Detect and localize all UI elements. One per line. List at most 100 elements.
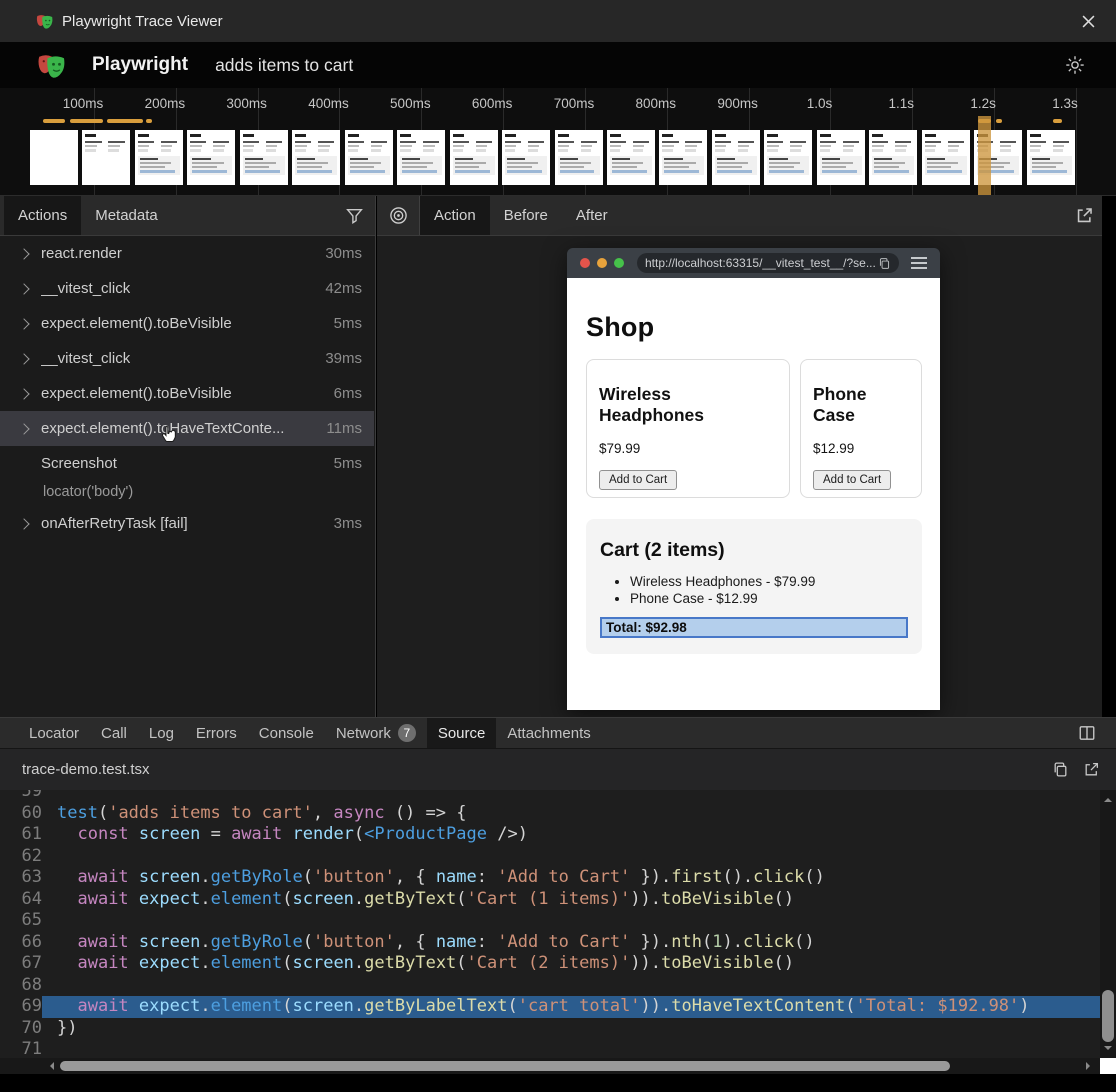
action-row-expect-element-tobevisible[interactable]: expect.element().toBeVisible5ms xyxy=(0,306,374,341)
tab-metadata[interactable]: Metadata xyxy=(81,196,172,235)
open-source-external-icon[interactable] xyxy=(1083,761,1100,778)
tab-actions[interactable]: Actions xyxy=(4,196,81,235)
code-line-65[interactable]: 65 xyxy=(0,910,1100,932)
expand-chevron-icon[interactable] xyxy=(18,318,29,329)
scroll-down-arrow[interactable] xyxy=(1104,1046,1112,1054)
filmstrip-thumbnail[interactable] xyxy=(397,130,445,185)
filmstrip-thumbnail[interactable] xyxy=(659,130,707,185)
split-view-icon[interactable] xyxy=(1078,718,1096,748)
expand-chevron-icon[interactable] xyxy=(18,518,29,529)
copy-url-icon[interactable] xyxy=(878,257,891,270)
vertical-scrollbar[interactable] xyxy=(1100,790,1116,1058)
horizontal-scroll-thumb[interactable] xyxy=(60,1061,950,1071)
timeline-action-bar xyxy=(43,119,65,123)
vertical-scroll-thumb[interactable] xyxy=(1102,990,1114,1042)
action-row-screenshot[interactable]: Screenshot5ms xyxy=(0,446,374,481)
browser-menu-icon[interactable] xyxy=(911,257,927,269)
timeline-tick-label: 500ms xyxy=(390,96,431,111)
tab-label: Call xyxy=(101,725,127,742)
action-row-react-render[interactable]: react.render30ms xyxy=(0,236,374,271)
filmstrip-thumbnail[interactable] xyxy=(607,130,655,185)
tab-label: Source xyxy=(438,725,486,742)
scroll-right-arrow[interactable] xyxy=(1086,1062,1094,1070)
shop-heading: Shop xyxy=(586,312,922,343)
code-line-67[interactable]: 67 await expect.element(screen.getByText… xyxy=(0,953,1100,975)
filmstrip-thumbnail[interactable] xyxy=(345,130,393,185)
tab-after[interactable]: After xyxy=(562,196,622,235)
line-number: 62 xyxy=(0,846,42,868)
filmstrip-thumbnail[interactable] xyxy=(292,130,340,185)
action-row-onafterretrytask-fail-[interactable]: onAfterRetryTask [fail]3ms xyxy=(0,506,374,541)
expand-chevron-icon[interactable] xyxy=(18,283,29,294)
action-row-expect-element-tohavetextconte-[interactable]: expect.element().toHaveTextConte...11ms xyxy=(0,411,374,446)
filmstrip-thumbnail[interactable] xyxy=(712,130,760,185)
filmstrip-thumbnail[interactable] xyxy=(240,130,288,185)
browser-url-bar[interactable]: http://localhost:63315/__vitest_test__/?… xyxy=(637,253,899,273)
add-to-cart-button[interactable]: Add to Cart xyxy=(813,470,891,490)
copy-source-icon[interactable] xyxy=(1052,761,1069,778)
expand-chevron-icon[interactable] xyxy=(18,353,29,364)
tab-call[interactable]: Call xyxy=(90,718,138,748)
code-line-61[interactable]: 61 const screen = await render(<ProductP… xyxy=(0,824,1100,846)
filter-icon[interactable] xyxy=(346,196,363,235)
timeline-selected-range[interactable] xyxy=(978,116,991,196)
code-line-68[interactable]: 68 xyxy=(0,975,1100,997)
action-row--vitest-click[interactable]: __vitest_click42ms xyxy=(0,271,374,306)
action-duration: 11ms xyxy=(318,420,362,437)
open-snapshot-external-icon[interactable] xyxy=(1075,196,1094,235)
settings-gear-icon[interactable] xyxy=(1064,54,1086,76)
window-close-button[interactable] xyxy=(1078,11,1098,31)
action-row--vitest-click[interactable]: __vitest_click39ms xyxy=(0,341,374,376)
filmstrip-thumbnail[interactable] xyxy=(1027,130,1075,185)
source-code-panel: 5960test('adds items to cart', async () … xyxy=(0,790,1116,1074)
tab-action[interactable]: Action xyxy=(420,196,490,235)
filmstrip-thumbnail[interactable] xyxy=(187,130,235,185)
filmstrip-thumbnail[interactable] xyxy=(922,130,970,185)
line-number: 60 xyxy=(0,803,42,825)
tab-locator[interactable]: Locator xyxy=(18,718,90,748)
code-line-63[interactable]: 63 await screen.getByRole('button', { na… xyxy=(0,867,1100,889)
code-line-71[interactable]: 71 xyxy=(0,1039,1100,1058)
action-row-expect-element-tobevisible[interactable]: expect.element().toBeVisible6ms xyxy=(0,376,374,411)
traffic-light-yellow-icon xyxy=(597,258,607,268)
tab-errors[interactable]: Errors xyxy=(185,718,248,748)
filmstrip-thumbnail[interactable] xyxy=(817,130,865,185)
tab-network[interactable]: Network7 xyxy=(325,718,427,748)
expand-chevron-icon[interactable] xyxy=(18,248,29,259)
scroll-left-arrow[interactable] xyxy=(46,1062,54,1070)
scroll-up-arrow[interactable] xyxy=(1104,794,1112,802)
filmstrip-thumbnail[interactable] xyxy=(502,130,550,185)
expand-chevron-icon[interactable] xyxy=(18,388,29,399)
tab-console[interactable]: Console xyxy=(248,718,325,748)
filmstrip-thumbnail[interactable] xyxy=(555,130,603,185)
code-line-62[interactable]: 62 xyxy=(0,846,1100,868)
code-text: await screen.getByRole('button', { name:… xyxy=(42,867,1100,889)
pick-locator-icon[interactable] xyxy=(377,196,420,235)
filmstrip-thumbnail[interactable] xyxy=(450,130,498,185)
timeline-strip[interactable]: 100ms200ms300ms400ms500ms600ms700ms800ms… xyxy=(0,88,1116,196)
filmstrip-thumbnail[interactable] xyxy=(869,130,917,185)
code-line-66[interactable]: 66 await screen.getByRole('button', { na… xyxy=(0,932,1100,954)
product-cards: Wireless Headphones $79.99 Add to Cart P… xyxy=(586,359,922,498)
code-line-69[interactable]: 69 await expect.element(screen.getByLabe… xyxy=(0,996,1100,1018)
code-line-64[interactable]: 64 await expect.element(screen.getByText… xyxy=(0,889,1100,911)
filmstrip-thumbnail[interactable] xyxy=(82,130,130,185)
filmstrip-thumbnail[interactable] xyxy=(30,130,78,185)
tab-source[interactable]: Source xyxy=(427,718,497,748)
line-number: 70 xyxy=(0,1018,42,1040)
code-line-59[interactable]: 59 xyxy=(0,790,1100,803)
cart-section: Cart (2 items) Wireless Headphones - $79… xyxy=(586,519,922,654)
code-line-60[interactable]: 60test('adds items to cart', async () =>… xyxy=(0,803,1100,825)
filmstrip-thumbnail[interactable] xyxy=(764,130,812,185)
expand-chevron-icon[interactable] xyxy=(18,423,29,434)
line-number: 67 xyxy=(0,953,42,975)
tab-before[interactable]: Before xyxy=(490,196,562,235)
timeline-tick-label: 900ms xyxy=(717,96,758,111)
action-duration: 6ms xyxy=(326,385,362,402)
filmstrip-thumbnail[interactable] xyxy=(135,130,183,185)
code-line-70[interactable]: 70}) xyxy=(0,1018,1100,1040)
tab-log[interactable]: Log xyxy=(138,718,185,748)
add-to-cart-button[interactable]: Add to Cart xyxy=(599,470,677,490)
horizontal-scrollbar[interactable] xyxy=(0,1058,1100,1074)
tab-attachments[interactable]: Attachments xyxy=(496,718,601,748)
